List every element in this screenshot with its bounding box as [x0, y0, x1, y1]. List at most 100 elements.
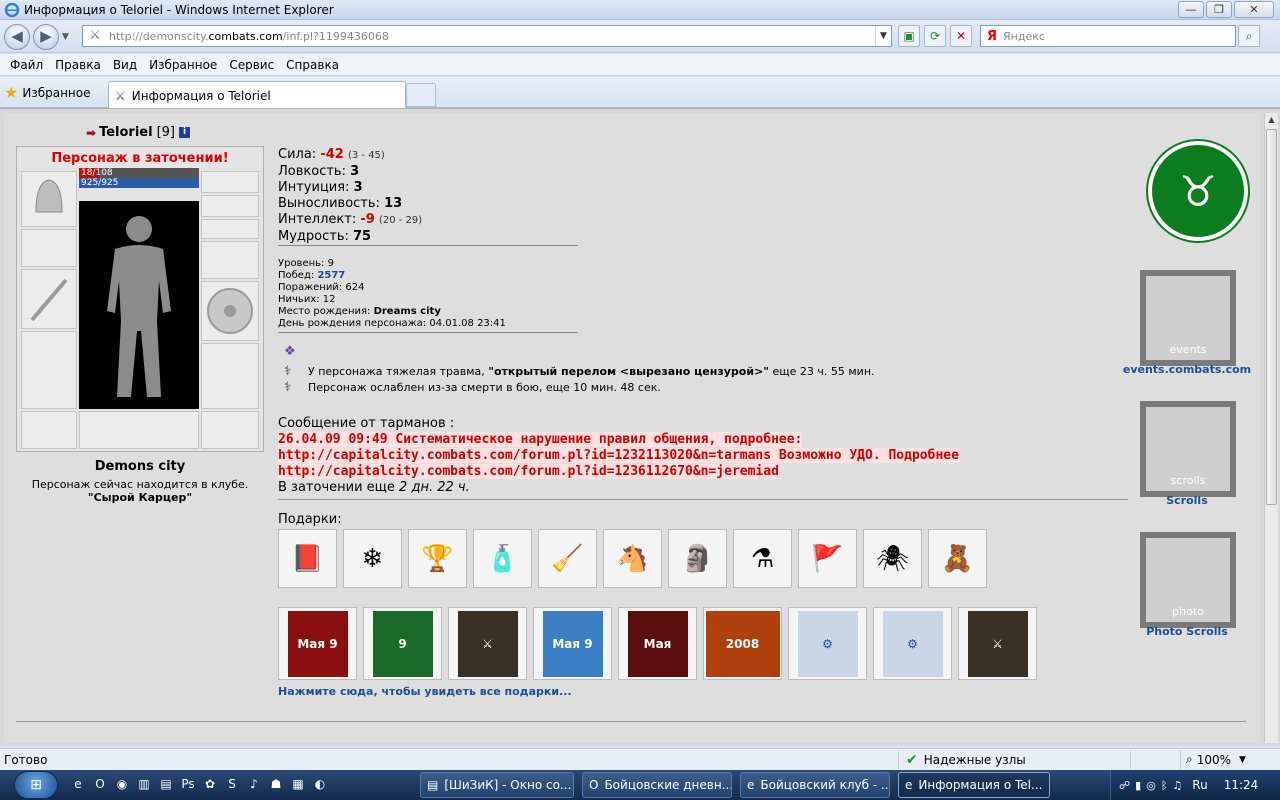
save-icon[interactable]: ▤	[158, 775, 174, 793]
private-message-icon[interactable]: ➡	[86, 126, 96, 140]
app-icon[interactable]: ▥	[136, 775, 152, 793]
taskbar-task[interactable]: O Бойцовские дневн...	[582, 772, 732, 798]
bluetooth-icon[interactable]: ᛒ	[1161, 779, 1168, 792]
gift-item[interactable]: 🐴	[603, 529, 662, 588]
armor-slot[interactable]	[21, 331, 77, 409]
volume-icon[interactable]: ♫	[1172, 779, 1182, 792]
vertical-scrollbar[interactable]: ▲	[1264, 113, 1278, 743]
helmet-slot[interactable]	[21, 171, 77, 227]
taskbar-task-active[interactable]: e Информация о Tel...	[898, 772, 1050, 798]
gift-item[interactable]: 🏆	[408, 529, 467, 588]
forward-button[interactable]: ▶	[33, 24, 59, 50]
gift-item[interactable]: ❄	[343, 529, 402, 588]
language-indicator[interactable]: Ru	[1192, 778, 1207, 792]
security-zone[interactable]: ✔ Надежные узлы	[906, 752, 1026, 768]
message-link[interactable]: http://capitalcity.combats.com/forum.pl?…	[278, 448, 959, 463]
app-icon[interactable]: ☗	[268, 775, 284, 793]
gift-card[interactable]: 9	[363, 607, 442, 680]
network-icon[interactable]: ☍	[1119, 779, 1130, 792]
photo-scrolls-banner[interactable]: photo	[1140, 532, 1236, 628]
address-url[interactable]: http://demonscity.combats.com/inf.pl?119…	[109, 30, 389, 43]
belt-slot[interactable]	[21, 411, 77, 449]
search-icon[interactable]: ⌕	[1238, 25, 1260, 47]
gift-card[interactable]: ⚔	[958, 607, 1037, 680]
photo-scrolls-link[interactable]: Photo Scrolls	[1114, 625, 1260, 638]
menu-help[interactable]: Справка	[286, 58, 339, 72]
clock[interactable]: 11:24	[1224, 778, 1259, 792]
gift-item[interactable]: 📕	[278, 529, 337, 588]
character-panel: Персонаж в заточении! 18/108 925/925	[16, 146, 264, 452]
app-icon[interactable]: ♪	[246, 775, 262, 793]
gift-card[interactable]: 2008	[703, 607, 782, 680]
tab-current[interactable]: ⚔ Информация о Teloriel	[108, 81, 406, 109]
favorites-button[interactable]: ★ Избранное	[4, 83, 91, 102]
gift-card[interactable]: ⚙	[873, 607, 952, 680]
system-tray: ☍ ▮ ◎ ᛒ ♫ Ru 11:24	[1110, 770, 1280, 800]
boots-slot[interactable]	[201, 411, 259, 449]
gift-item[interactable]: 🕷	[863, 529, 922, 588]
gloves-slot[interactable]	[201, 241, 259, 279]
search-field[interactable]: Я Яндекс	[980, 25, 1236, 47]
signal-icon[interactable]: ▮	[1135, 779, 1141, 792]
refresh-icon[interactable]: ⟳	[924, 25, 946, 47]
opera-icon[interactable]: O	[92, 775, 108, 793]
skype-icon[interactable]: S	[224, 775, 240, 793]
gift-card[interactable]: Мая 9	[278, 607, 357, 680]
gift-card[interactable]: ⚔	[448, 607, 527, 680]
zoom-control[interactable]: ⌕ 100% ▼	[1186, 752, 1246, 767]
maximize-button[interactable]: ❐	[1206, 1, 1232, 18]
app-icon[interactable]: ▦	[290, 775, 306, 793]
gift-card[interactable]: Мая 9	[533, 607, 612, 680]
gifts-row: 📕 ❄ 🏆 🧴 🧹 🐴 🗿 ⚗ 🚩 🕷 🧸	[278, 529, 987, 588]
back-button[interactable]: ◀	[4, 24, 30, 50]
taskbar-task[interactable]: e Бойцовский клуб - ...	[740, 772, 890, 798]
bull-logo-icon[interactable]: ♉	[1148, 141, 1248, 241]
address-field[interactable]: ⚔ http://demonscity.combats.com/inf.pl?1…	[82, 25, 892, 47]
message-link[interactable]: http://capitalcity.combats.com/forum.pl?…	[278, 464, 779, 479]
photoshop-icon[interactable]: Ps	[180, 775, 196, 793]
events-link[interactable]: events.combats.com	[1114, 363, 1260, 376]
taskbar-task[interactable]: ▤ [ШиЗиК] - Окно со...	[420, 772, 574, 798]
menu-tools[interactable]: Сервис	[229, 58, 274, 72]
weapon-slot[interactable]	[21, 269, 77, 329]
info-icon[interactable]: i	[178, 127, 190, 138]
see-all-gifts-link[interactable]: Нажмите сюда, чтобы увидеть все подарки.…	[278, 685, 572, 698]
close-button[interactable]: ✕	[1234, 1, 1274, 18]
rings-slot[interactable]	[201, 219, 259, 239]
menu-view[interactable]: Вид	[113, 58, 137, 72]
gift-item[interactable]: 🧴	[473, 529, 532, 588]
app-icon[interactable]: ◎	[1146, 779, 1156, 792]
menu-favorites[interactable]: Избранное	[149, 58, 217, 72]
earrings-slot[interactable]	[201, 171, 259, 193]
firefox-icon[interactable]: ◉	[114, 775, 130, 793]
minimize-button[interactable]: —	[1178, 1, 1204, 18]
gift-card[interactable]: Мая	[618, 607, 697, 680]
shield-slot[interactable]	[201, 281, 259, 341]
stop-icon[interactable]: ✕	[950, 25, 972, 47]
menu-edit[interactable]: Правка	[55, 58, 101, 72]
scrolls-banner[interactable]: scrolls	[1140, 401, 1236, 497]
address-dropdown-icon[interactable]: ▼	[875, 26, 891, 46]
menu-file[interactable]: Файл	[10, 58, 43, 72]
new-tab-button[interactable]	[406, 83, 436, 107]
gift-item[interactable]: 🧸	[928, 529, 987, 588]
events-banner[interactable]: events	[1140, 270, 1236, 366]
aligned-badge-icon[interactable]: ❖	[284, 344, 300, 359]
app-icon[interactable]: ◐	[312, 775, 328, 793]
scroll-up-icon[interactable]: ▲	[1265, 113, 1278, 127]
history-dropdown-icon[interactable]: ▼	[62, 32, 69, 42]
gift-card[interactable]: ⚙	[788, 607, 867, 680]
compatibility-view-icon[interactable]: ▣	[898, 25, 920, 47]
leggings-slot[interactable]	[201, 343, 259, 409]
gift-item[interactable]: 🗿	[668, 529, 727, 588]
scrolls-link[interactable]: Scrolls	[1114, 494, 1260, 507]
amulet-slot[interactable]	[201, 195, 259, 217]
bracers-slot[interactable]	[21, 229, 77, 267]
scroll-thumb[interactable]	[1266, 129, 1277, 505]
gift-item[interactable]: 🧹	[538, 529, 597, 588]
ie-icon[interactable]: e	[70, 775, 86, 793]
gift-item[interactable]: 🚩	[798, 529, 857, 588]
start-button[interactable]: ⊞	[14, 771, 58, 799]
app-icon[interactable]: ✿	[202, 775, 218, 793]
gift-item[interactable]: ⚗	[733, 529, 792, 588]
